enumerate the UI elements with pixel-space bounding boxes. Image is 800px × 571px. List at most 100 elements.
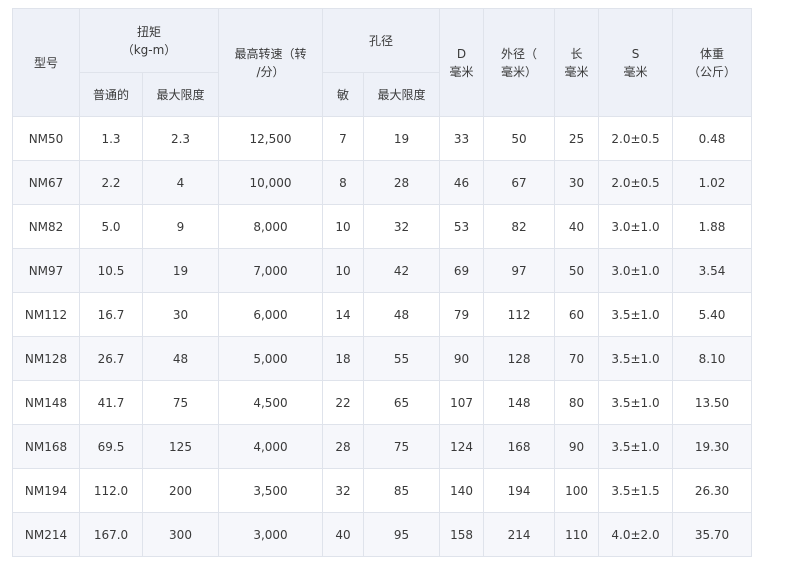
cell-bore-min: 7 <box>322 116 364 161</box>
cell-length: 30 <box>554 160 600 205</box>
cell-d: 140 <box>439 468 485 513</box>
cell-bore-max: 32 <box>362 204 441 249</box>
cell-d: 124 <box>439 424 485 469</box>
cell-length: 50 <box>554 248 600 293</box>
cell-length: 100 <box>554 468 600 513</box>
header-d-unit: 毫米 <box>449 64 474 79</box>
table-row: NM50 1.3 2.3 12,500 7 19 33 50 25 2.0±0.5 0.48 <box>12 116 753 161</box>
header-max-speed: 最高转速（转 /分） <box>218 8 323 117</box>
cell-torque-normal: 1.3 <box>79 116 143 161</box>
cell-bore-max: 65 <box>362 380 441 425</box>
header-outer-diameter: 外径（ 毫米） <box>483 8 556 117</box>
header-bore-label: 孔径 <box>369 33 394 48</box>
table-row: NM194 112.0 200 3,500 32 85 140 194 100 3.5±1.5 26… <box>12 468 753 513</box>
cell-bore-max: 85 <box>362 468 441 513</box>
cell-torque-normal: 16.7 <box>79 292 143 337</box>
cell-outer-diameter: 214 <box>483 512 556 557</box>
cell-bore-min: 32 <box>322 468 364 513</box>
cell-d: 90 <box>439 336 485 381</box>
cell-torque-normal: 5.0 <box>79 204 143 249</box>
cell-torque-max: 9 <box>142 204 219 249</box>
header-s-unit: 毫米 <box>623 64 648 79</box>
cell-torque-normal: 26.7 <box>79 336 143 381</box>
table-row: NM168 69.5 125 4,000 28 75 124 168 90 3.5±1.0 19.3… <box>12 424 753 469</box>
cell-bore-min: 22 <box>322 380 364 425</box>
cell-length: 110 <box>554 512 600 557</box>
cell-s: 3.0±1.0 <box>598 204 674 249</box>
header-torque: 扭矩 （kg-m） <box>79 8 219 73</box>
cell-torque-normal: 2.2 <box>79 160 143 205</box>
cell-weight: 13.50 <box>672 380 753 425</box>
header-length-unit: 毫米 <box>564 64 589 79</box>
cell-model: NM82 <box>12 204 80 249</box>
header-max-speed-unit: /分） <box>256 64 285 79</box>
cell-s: 3.5±1.0 <box>598 336 674 381</box>
cell-outer-diameter: 112 <box>483 292 556 337</box>
cell-outer-diameter: 50 <box>483 116 556 161</box>
cell-torque-normal: 10.5 <box>79 248 143 293</box>
cell-outer-diameter: 148 <box>483 380 556 425</box>
cell-bore-min: 18 <box>322 336 364 381</box>
cell-length: 60 <box>554 292 600 337</box>
cell-s: 4.0±2.0 <box>598 512 674 557</box>
header-outer-diameter-label: 外径（ <box>501 46 538 61</box>
cell-max-speed: 3,500 <box>218 468 323 513</box>
cell-bore-min: 10 <box>322 248 364 293</box>
cell-weight: 5.40 <box>672 292 753 337</box>
cell-max-speed: 10,000 <box>218 160 323 205</box>
cell-torque-max: 125 <box>142 424 219 469</box>
header-outer-diameter-unit: 毫米） <box>501 64 538 79</box>
cell-bore-max: 19 <box>362 116 441 161</box>
cell-length: 80 <box>554 380 600 425</box>
header-d-label: D <box>456 46 467 61</box>
cell-torque-max: 19 <box>142 248 219 293</box>
cell-max-speed: 4,500 <box>218 380 323 425</box>
header-bore: 孔径 <box>321 8 441 73</box>
cell-weight: 3.54 <box>672 248 753 293</box>
cell-weight: 26.30 <box>672 468 753 513</box>
cell-weight: 1.88 <box>672 204 753 249</box>
cell-max-speed: 7,000 <box>218 248 323 293</box>
cell-weight: 8.10 <box>672 336 753 381</box>
header-length: 长 毫米 <box>554 8 600 117</box>
cell-d: 33 <box>439 116 485 161</box>
cell-max-speed: 5,000 <box>218 336 323 381</box>
cell-s: 3.5±1.5 <box>598 468 674 513</box>
header-torque-unit: （kg-m） <box>121 42 177 57</box>
cell-max-speed: 6,000 <box>218 292 323 337</box>
cell-torque-normal: 112.0 <box>79 468 143 513</box>
header-model: 型号 <box>12 8 80 117</box>
cell-weight: 19.30 <box>672 424 753 469</box>
cell-outer-diameter: 168 <box>483 424 556 469</box>
cell-bore-max: 48 <box>362 292 441 337</box>
cell-bore-min: 40 <box>322 512 364 557</box>
cell-s: 2.0±0.5 <box>598 160 674 205</box>
cell-max-speed: 4,000 <box>218 424 323 469</box>
cell-torque-normal: 41.7 <box>79 380 143 425</box>
cell-weight: 35.70 <box>672 512 753 557</box>
table-row: NM112 16.7 30 6,000 14 48 79 112 60 3.5±1.0 5.40 <box>12 292 753 337</box>
header-length-label: 长 <box>570 46 583 61</box>
header-torque-label: 扭矩 <box>136 24 161 39</box>
cell-max-speed: 12,500 <box>218 116 323 161</box>
cell-max-speed: 3,000 <box>218 512 323 557</box>
table-header: 型号 扭矩 （kg-m） 最高转速（转 /分） 孔径 D 毫米 外径（ 毫米） … <box>12 8 753 117</box>
table-row: NM97 10.5 19 7,000 10 42 69 97 50 3.0±1.0 3.54 <box>12 248 753 293</box>
cell-d: 46 <box>439 160 485 205</box>
header-torque-max: 最大限度 <box>142 72 219 117</box>
cell-s: 2.0±0.5 <box>598 116 674 161</box>
cell-length: 70 <box>554 336 600 381</box>
cell-model: NM168 <box>12 424 80 469</box>
cell-model: NM50 <box>12 116 80 161</box>
cell-length: 40 <box>554 204 600 249</box>
cell-outer-diameter: 82 <box>483 204 556 249</box>
cell-bore-min: 10 <box>322 204 364 249</box>
cell-outer-diameter: 97 <box>483 248 556 293</box>
page: 型号 扭矩 （kg-m） 最高转速（转 /分） 孔径 D 毫米 外径（ 毫米） … <box>0 0 800 571</box>
cell-model: NM148 <box>12 380 80 425</box>
header-weight: 体重 （公斤） <box>672 8 753 117</box>
cell-model: NM97 <box>12 248 80 293</box>
cell-model: NM112 <box>12 292 80 337</box>
cell-s: 3.5±1.0 <box>598 292 674 337</box>
cell-outer-diameter: 194 <box>483 468 556 513</box>
